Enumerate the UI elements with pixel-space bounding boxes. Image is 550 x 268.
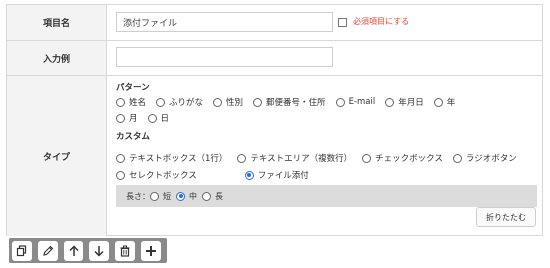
radio-icon [156,97,166,107]
move-up-button[interactable] [63,240,84,261]
pattern-option-furigana[interactable]: ふりがな [156,96,203,108]
delete-button[interactable] [115,240,136,261]
option-label: 短 [163,191,171,201]
input-example-label-text: 入力例 [42,54,70,65]
edit-button[interactable] [37,240,58,261]
required-checkbox[interactable] [338,18,347,27]
radio-icon [116,113,125,123]
custom-option-select[interactable]: セレクトボックス [116,169,197,181]
custom-option-textarea[interactable]: テキストエリア（複数行） [237,152,352,164]
copy-button[interactable] [12,240,32,261]
required-checkbox-label[interactable]: 必須項目にする [353,16,409,27]
option-label: ふりがな [169,98,204,108]
item-name-input[interactable]: 添付ファイル [116,12,333,32]
custom-group-title: カスタム [116,132,151,142]
radio-icon [385,97,395,107]
arrow-down-icon [94,245,104,257]
radio-selected-icon [244,170,254,180]
item-name-label: 項目名 [7,5,107,40]
option-label: ラジオボタン [465,154,517,164]
custom-options-row-2: セレクトボックス ファイル添付 [116,169,319,181]
length-settings: 長さ： 短 中 長 [116,185,537,207]
copy-icon [16,244,27,256]
option-label: テキストエリア（複数行） [250,154,353,164]
input-example-input[interactable] [116,47,333,67]
type-label: タイプ [7,76,107,236]
trash-icon [120,245,130,257]
input-example-label: 入力例 [7,41,107,75]
type-label-text: タイプ [42,152,70,163]
add-button[interactable] [141,240,161,261]
collapse-button-label: 折りたたむ [486,212,526,222]
pencil-icon [43,245,54,256]
option-label: ファイル添付 [257,171,309,181]
radio-icon [335,97,345,107]
radio-icon [452,153,462,163]
length-option-long[interactable]: 長 [202,191,223,202]
pattern-option-year[interactable]: 年 [433,96,456,108]
option-label: 日 [160,114,170,124]
pattern-option-date[interactable]: 年月日 [385,96,424,108]
pattern-option-address[interactable]: 郵便番号・住所 [253,96,326,108]
pattern-option-day[interactable]: 日 [147,112,170,124]
option-label: 年月日 [398,98,424,108]
radio-icon [213,97,223,107]
length-option-medium[interactable]: 中 [176,191,197,202]
option-label: 月 [129,114,138,124]
move-down-button[interactable] [89,240,110,261]
item-name-value: 添付ファイル [123,18,178,29]
custom-option-radio[interactable]: ラジオボタン [452,152,517,164]
option-label: 性別 [226,98,244,108]
option-label: セレクトボックス [129,171,197,181]
pattern-options-row-2: 月 日 [116,112,179,124]
pattern-option-name[interactable]: 姓名 [116,96,146,108]
field-toolbar [9,238,167,263]
radio-icon [147,113,157,123]
custom-options-row-1: テキストボックス（1行） テキストエリア（複数行） チェックボックス ラジオボタ… [116,152,527,164]
pattern-options-row-1: 姓名 ふりがな 性別 郵便番号・住所 E-mail 年月日 年 [116,96,465,108]
radio-icon [362,153,372,163]
pattern-option-email[interactable]: E-mail [335,97,376,107]
option-label: 郵便番号・住所 [266,98,326,108]
option-label: チェックボックス [375,154,443,164]
arrow-up-icon [69,244,79,256]
option-label: 中 [189,191,197,201]
radio-selected-icon [176,191,185,201]
radio-icon [237,153,247,163]
radio-icon [116,153,125,163]
radio-icon [202,191,211,201]
item-name-label-text: 項目名 [42,19,70,29]
radio-icon [116,97,125,107]
radio-icon [433,97,443,107]
custom-option-textbox[interactable]: テキストボックス（1行） [116,152,227,164]
option-label: E-mail [348,97,376,107]
radio-icon [116,170,125,180]
custom-option-checkbox[interactable]: チェックボックス [362,152,443,164]
pattern-option-month[interactable]: 月 [116,112,138,124]
option-label: 姓名 [129,98,147,108]
radio-icon [150,191,159,201]
pattern-group-title: パターン [116,83,150,93]
plus-icon [146,245,157,256]
option-label: 年 [446,98,456,108]
option-label: 長 [215,191,223,201]
length-label: 長さ： [126,191,150,201]
pattern-option-gender[interactable]: 性別 [213,96,243,108]
length-option-short[interactable]: 短 [150,191,171,202]
collapse-button[interactable]: 折りたたむ [476,207,536,227]
radio-icon [253,97,263,107]
option-label: テキストボックス（1行） [129,154,228,164]
custom-option-file[interactable]: ファイル添付 [244,169,309,181]
